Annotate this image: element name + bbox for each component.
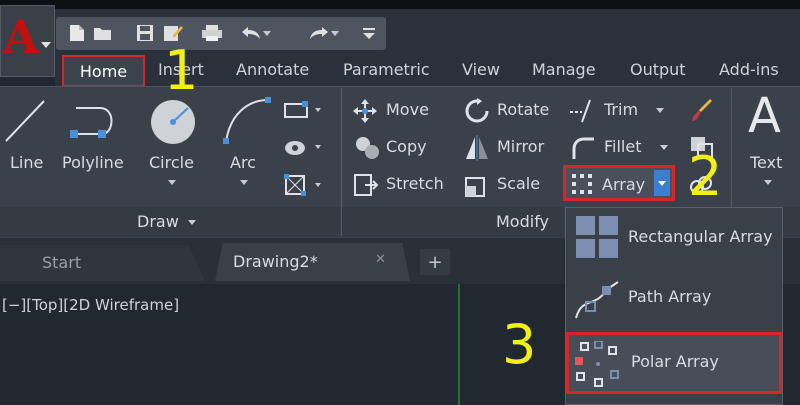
redo-icon[interactable] bbox=[308, 22, 330, 44]
new-file-icon[interactable] bbox=[66, 22, 88, 44]
menu-item-path-array[interactable]: Path Array bbox=[566, 270, 782, 330]
text-icon[interactable]: A bbox=[748, 92, 781, 140]
open-folder-icon[interactable] bbox=[92, 22, 114, 44]
scale-icon[interactable] bbox=[464, 172, 490, 198]
menu-item-rectangular-array[interactable]: Rectangular Array bbox=[566, 210, 782, 270]
quick-access-toolbar bbox=[56, 17, 386, 50]
save-icon[interactable] bbox=[134, 22, 156, 44]
hatch-icon[interactable] bbox=[283, 136, 323, 158]
plot-printer-icon[interactable] bbox=[201, 22, 223, 44]
viewport-controls[interactable]: [−][Top][2D Wireframe] bbox=[2, 296, 179, 314]
undo-icon[interactable] bbox=[240, 22, 262, 44]
application-button[interactable]: A bbox=[0, 5, 55, 77]
customize-toolbar-icon[interactable] bbox=[358, 22, 380, 44]
trim-label[interactable]: Trim bbox=[604, 100, 638, 119]
array-label: Array bbox=[602, 175, 646, 194]
mirror-icon[interactable] bbox=[464, 135, 490, 161]
modify-panel-footer[interactable]: Modify bbox=[342, 207, 564, 237]
rotate-icon[interactable] bbox=[464, 98, 490, 124]
circle-icon[interactable] bbox=[148, 96, 198, 148]
fillet-label[interactable]: Fillet bbox=[604, 137, 642, 156]
tab-annotate[interactable]: Annotate bbox=[236, 60, 309, 79]
polyline-tool-label[interactable]: Polyline bbox=[62, 153, 124, 172]
file-tab-start-label: Start bbox=[42, 253, 82, 272]
text-dropdown-icon[interactable] bbox=[764, 180, 772, 185]
modify-panel-title: Modify bbox=[496, 212, 550, 231]
menu-item-label: Polar Array bbox=[631, 352, 719, 371]
rotate-label[interactable]: Rotate bbox=[497, 100, 549, 119]
copy-icon[interactable] bbox=[354, 135, 382, 161]
tab-parametric[interactable]: Parametric bbox=[343, 60, 430, 79]
menu-item-label: Path Array bbox=[628, 287, 712, 306]
fillet-icon[interactable] bbox=[570, 135, 596, 161]
array-dropdown-menu: Rectangular Array Path Array Polar Array bbox=[565, 207, 783, 405]
copy-label[interactable]: Copy bbox=[386, 137, 427, 156]
window-top-strip bbox=[0, 0, 800, 9]
arc-tool-label[interactable]: Arc bbox=[230, 153, 256, 172]
array-button[interactable]: Array bbox=[563, 165, 675, 201]
move-label[interactable]: Move bbox=[386, 100, 429, 119]
undo-dropdown-icon[interactable] bbox=[262, 22, 272, 44]
chevron-down-icon bbox=[41, 42, 51, 48]
circle-tool-label[interactable]: Circle bbox=[149, 153, 194, 172]
rectangle-icon[interactable] bbox=[283, 99, 323, 121]
erase-brush-icon[interactable] bbox=[690, 97, 714, 123]
autocad-logo-icon: A bbox=[3, 10, 39, 64]
array-icon bbox=[570, 172, 594, 196]
mirror-label[interactable]: Mirror bbox=[497, 137, 544, 156]
text-tool-label[interactable]: Text bbox=[750, 153, 782, 172]
menu-item-label: Rectangular Array bbox=[628, 227, 773, 246]
y-axis-line bbox=[458, 284, 460, 405]
fillet-dropdown-icon[interactable] bbox=[660, 145, 668, 150]
step-number-1: 1 bbox=[164, 39, 199, 102]
menu-item-polar-array[interactable]: Polar Array bbox=[566, 332, 782, 394]
file-tab-drawing2-label: Drawing2* bbox=[233, 252, 318, 271]
draw-panel-expand-icon bbox=[188, 220, 196, 225]
tab-output[interactable]: Output bbox=[630, 60, 686, 79]
stretch-label[interactable]: Stretch bbox=[386, 174, 444, 193]
file-tab-drawing2[interactable]: Drawing2* ✕ bbox=[215, 243, 410, 281]
scale-label[interactable]: Scale bbox=[497, 174, 540, 193]
step-number-3: 3 bbox=[502, 313, 537, 376]
rectangular-array-icon bbox=[574, 214, 620, 260]
tab-manage[interactable]: Manage bbox=[532, 60, 596, 79]
step-number-2: 2 bbox=[688, 145, 723, 208]
trim-icon[interactable] bbox=[568, 98, 598, 124]
polar-array-icon bbox=[575, 340, 621, 387]
line-icon[interactable] bbox=[0, 97, 45, 147]
new-tab-button[interactable]: + bbox=[420, 249, 450, 275]
circle-dropdown-icon[interactable] bbox=[168, 180, 176, 185]
tab-add-ins[interactable]: Add-ins bbox=[719, 60, 779, 79]
close-icon[interactable]: ✕ bbox=[375, 252, 386, 267]
tab-home[interactable]: Home bbox=[62, 55, 145, 87]
redo-dropdown-icon[interactable] bbox=[330, 22, 340, 44]
array-dropdown-arrow[interactable] bbox=[654, 170, 670, 196]
move-icon[interactable] bbox=[352, 98, 378, 124]
path-array-icon bbox=[572, 276, 622, 322]
trim-dropdown-icon[interactable] bbox=[656, 108, 664, 113]
stretch-icon[interactable] bbox=[352, 172, 380, 198]
file-tab-start[interactable]: Start bbox=[0, 245, 205, 281]
arc-icon[interactable] bbox=[220, 94, 275, 148]
draw-panel-footer[interactable]: Draw bbox=[0, 207, 340, 237]
polyline-icon[interactable] bbox=[64, 96, 124, 148]
boundary-icon[interactable] bbox=[283, 173, 323, 197]
draw-panel-title: Draw bbox=[137, 212, 179, 231]
arc-dropdown-icon[interactable] bbox=[240, 180, 248, 185]
line-tool-label[interactable]: Line bbox=[10, 153, 43, 172]
tab-view[interactable]: View bbox=[462, 60, 500, 79]
